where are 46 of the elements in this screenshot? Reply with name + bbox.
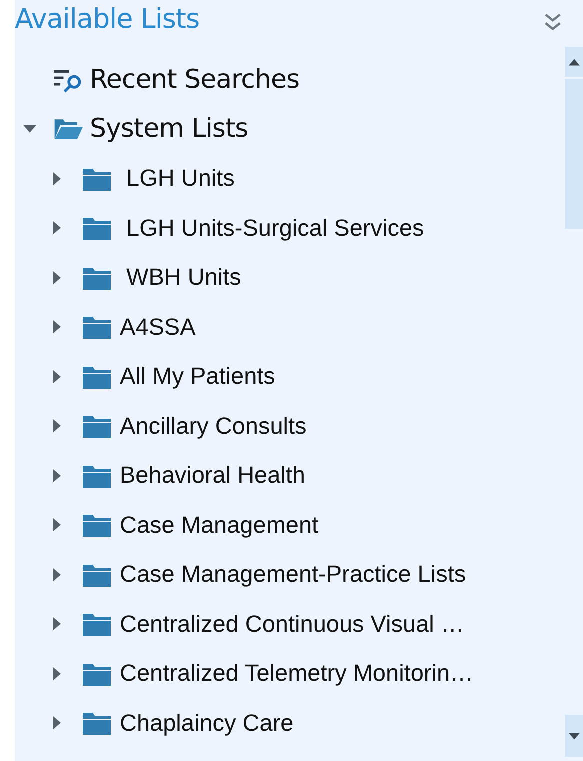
scroll-up-button[interactable]	[565, 47, 583, 77]
folder-icon	[82, 414, 112, 438]
collapse-icon[interactable]	[543, 12, 563, 32]
folder-icon	[82, 612, 112, 636]
scroll-thumb[interactable]	[565, 79, 583, 229]
tree-item[interactable]: A4SSA	[120, 314, 196, 341]
folder-icon	[82, 364, 112, 389]
folder-icon	[82, 464, 112, 488]
tree-item[interactable]: Case Management	[120, 512, 319, 539]
expand-arrow-icon[interactable]	[53, 370, 61, 384]
collapse-arrow-icon[interactable]	[23, 124, 37, 134]
folder-icon	[82, 513, 112, 538]
folder-icon	[82, 562, 112, 587]
folder-icon	[82, 315, 112, 340]
folder-icon	[82, 216, 112, 240]
down-arrow-icon	[568, 732, 580, 740]
expand-arrow-icon[interactable]	[53, 221, 61, 236]
expand-arrow-icon[interactable]	[53, 666, 61, 681]
tree-item[interactable]: All My Patients	[120, 363, 276, 390]
tree-item[interactable]: Behavioral Health	[120, 462, 306, 490]
tree-item[interactable]: Case Management-Practice Lists	[120, 561, 466, 588]
tree-item[interactable]: LGH Units	[120, 165, 235, 192]
folder-icon	[82, 662, 112, 686]
expand-arrow-icon[interactable]	[53, 617, 61, 632]
tree-item[interactable]: Centralized Telemetry Monitorin…	[120, 660, 474, 688]
tree-item[interactable]: LGH Units-Surgical Services	[120, 214, 424, 242]
expand-arrow-icon[interactable]	[53, 568, 61, 582]
expand-arrow-icon[interactable]	[53, 518, 61, 532]
tree-item[interactable]: Chaplaincy Care	[120, 710, 294, 737]
folder-icon	[82, 266, 112, 290]
expand-arrow-icon[interactable]	[53, 172, 61, 186]
tree-item[interactable]: Recent Searches	[90, 64, 300, 95]
expand-arrow-icon[interactable]	[53, 270, 61, 285]
tree-item[interactable]: Ancillary Consults	[120, 412, 307, 440]
expand-arrow-icon[interactable]	[53, 419, 61, 434]
tree-item[interactable]: WBH Units	[120, 264, 242, 292]
tree-item[interactable]: System Lists	[90, 114, 248, 144]
folder-icon	[82, 711, 112, 736]
expand-arrow-icon[interactable]	[53, 468, 61, 483]
expand-arrow-icon[interactable]	[53, 716, 61, 730]
up-arrow-icon	[568, 58, 580, 66]
folder-icon	[82, 166, 112, 191]
tree-item[interactable]: Centralized Continuous Visual …	[120, 610, 464, 638]
panel-title: Available Lists	[15, 4, 200, 35]
scroll-down-button[interactable]	[565, 715, 583, 757]
expand-arrow-icon[interactable]	[53, 320, 61, 334]
